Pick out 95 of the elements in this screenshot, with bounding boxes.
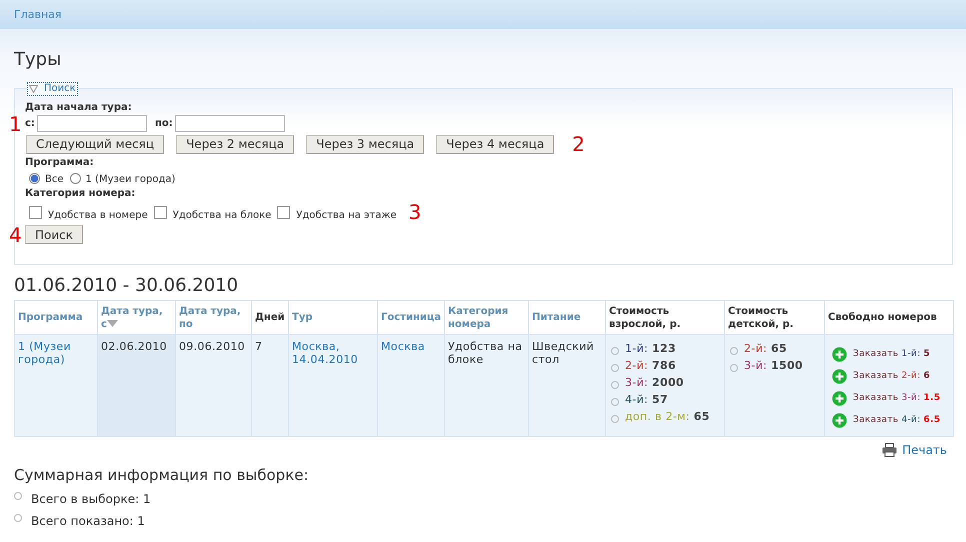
cell-text: Шведский стол [532, 340, 594, 366]
option-label: Удобства на этаже [296, 210, 397, 220]
price-label: доп. в 2-м: [625, 410, 690, 423]
room-count: 1.5 [924, 392, 940, 404]
summary-item: Всего показано: 1 [31, 514, 145, 528]
price-label: 2-й: [744, 342, 768, 355]
column-header-link[interactable]: Дата тура, с [98, 300, 176, 334]
month-button[interactable]: Через 3 месяца [306, 134, 424, 154]
cell-text: 02.06.2010 [101, 340, 167, 353]
month-button[interactable]: Через 4 месяца [436, 134, 554, 154]
price-value: 2000 [652, 376, 684, 389]
add-icon[interactable] [832, 346, 847, 362]
cell-text: Удобства на блоке [448, 340, 522, 366]
price-value: 786 [652, 359, 676, 372]
month-button[interactable]: Следующий месяц [26, 134, 164, 154]
bullet-icon [14, 492, 22, 500]
price-value: 65 [694, 410, 710, 423]
summary-heading: Суммарная информация по выборке: [14, 466, 310, 484]
option-label: 1 (Музеи города) [86, 174, 176, 185]
price-label: 3-й: [625, 376, 648, 389]
add-icon[interactable] [832, 368, 847, 384]
price-label: 2-й: [625, 359, 648, 372]
breadcrumb-link[interactable]: Главная [14, 8, 62, 21]
room-count: 6 [924, 370, 930, 382]
bullet-icon [611, 414, 619, 422]
column-header: Стоимость детской, р. [724, 300, 824, 334]
price-value: 123 [652, 342, 676, 355]
annotation-number: 4 [9, 224, 22, 244]
option-label: Удобства на блоке [172, 210, 272, 220]
field-label: с: [25, 118, 35, 129]
bullet-icon [730, 364, 738, 372]
cell-text: 09.06.2010 [179, 340, 245, 353]
column-header: Стоимость взрослой, р. [606, 300, 724, 334]
page-title: Туры [14, 49, 62, 70]
field-label: Категория номера: [25, 188, 136, 199]
field-label: Дата начала тура: [25, 102, 133, 113]
column-header-link[interactable]: Гостиница [378, 300, 444, 334]
annotation-number: 3 [408, 202, 422, 222]
price-label: 1-й: [625, 342, 648, 355]
column-header-link[interactable]: Категория номера [444, 300, 528, 334]
sort-arrow-icon [106, 320, 118, 326]
bullet-icon [611, 398, 619, 406]
column-header-link[interactable]: Программа [14, 300, 98, 334]
order-link[interactable]: Заказать [853, 348, 898, 360]
bullet-icon [611, 364, 619, 372]
room-count: 6.5 [924, 414, 940, 426]
bullet-icon [611, 380, 619, 388]
price-label: 4-й: [625, 393, 648, 406]
cell-link[interactable]: 1 (Музеи города) [18, 340, 94, 366]
radio-button[interactable] [70, 172, 81, 184]
column-header-link[interactable]: Питание [528, 300, 606, 334]
room-label: 2-й: [901, 370, 921, 382]
date-from-field[interactable] [36, 115, 147, 132]
order-link[interactable]: Заказать [853, 370, 898, 382]
checkbox[interactable] [154, 206, 167, 218]
room-label: 3-й: [901, 392, 921, 404]
price-value: 65 [771, 342, 787, 355]
date-to-field[interactable] [174, 115, 285, 132]
column-header: Дней [252, 300, 288, 334]
add-icon[interactable] [832, 390, 847, 406]
annotation-number: 1 [9, 114, 22, 134]
summary-item: Всего в выборке: 1 [31, 492, 151, 506]
bullet-icon [611, 346, 619, 354]
cell-text: 7 [255, 340, 262, 353]
print-link[interactable]: Печать [882, 443, 947, 457]
checkbox[interactable] [277, 206, 290, 218]
option-label: Все [45, 174, 64, 185]
price-value: 57 [652, 393, 668, 406]
period-heading: 01.06.2010 - 30.06.2010 [14, 275, 240, 296]
cell-link[interactable]: Москва, 14.04.2010 [292, 340, 374, 366]
option-label: Удобства в номере [48, 210, 148, 220]
triangle-icon [29, 85, 38, 93]
month-button[interactable]: Через 2 месяца [176, 134, 294, 154]
search-toggle[interactable]: Поиск [27, 82, 78, 96]
price-label: 3-й: [744, 359, 768, 372]
checkbox[interactable] [29, 206, 42, 218]
cell-link[interactable]: Москва [381, 340, 441, 353]
bullet-icon [14, 514, 22, 522]
room-count: 5 [924, 348, 930, 360]
column-header-link[interactable]: Тур [288, 300, 378, 334]
search-button[interactable]: Поиск [25, 225, 84, 244]
column-header: Свободно номеров [824, 300, 954, 334]
price-value: 1500 [771, 359, 803, 372]
add-icon[interactable] [832, 412, 847, 428]
field-label: по: [154, 118, 173, 129]
room-label: 4-й: [901, 414, 921, 426]
radio-button[interactable] [29, 172, 40, 184]
column-header-link[interactable]: Дата тура, по [176, 300, 252, 334]
bullet-icon [730, 346, 738, 354]
room-label: 1-й: [901, 348, 921, 360]
order-link[interactable]: Заказать [853, 392, 898, 404]
printer-icon [882, 443, 898, 457]
field-label: Программа: [25, 157, 95, 168]
order-link[interactable]: Заказать [853, 414, 898, 426]
annotation-number: 2 [572, 134, 585, 154]
